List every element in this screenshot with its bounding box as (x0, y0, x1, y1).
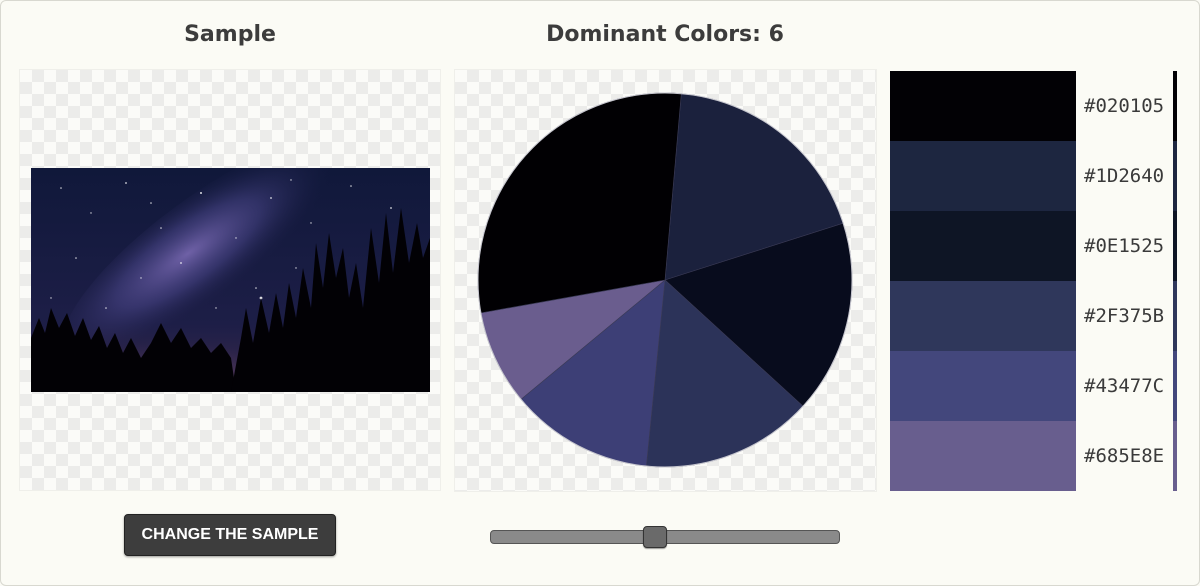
sample-image (31, 168, 430, 392)
color-bar-4 (1173, 281, 1177, 351)
pie-slice-6 (477, 92, 682, 314)
color-hex-5: #43477C (1084, 375, 1165, 397)
night-sky-image (31, 168, 430, 392)
color-bar-1 (1173, 71, 1177, 141)
color-swatch-5 (890, 351, 1076, 421)
color-hex-4: #2F375B (1084, 305, 1165, 327)
color-swatch-4 (890, 281, 1076, 351)
dominant-colors-pie-chart (477, 92, 853, 468)
sample-heading: Sample (184, 22, 276, 47)
color-bar-3 (1173, 211, 1177, 281)
dominant-colors-heading: Dominant Colors: 6 (546, 22, 784, 47)
color-swatch-2 (890, 141, 1076, 211)
color-swatch-3 (890, 211, 1076, 281)
color-hex-2: #1D2640 (1084, 165, 1165, 187)
pie-chart-panel (454, 69, 877, 492)
color-hex-6: #685E8E (1084, 445, 1165, 467)
color-hex-3: #0E1525 (1084, 235, 1165, 257)
color-bar-2 (1173, 141, 1177, 211)
color-count-slider-thumb[interactable] (643, 526, 667, 548)
sample-panel (19, 69, 441, 491)
color-bar-6 (1173, 421, 1177, 491)
color-swatch-1 (890, 71, 1076, 141)
change-sample-button[interactable]: CHANGE THE SAMPLE (124, 514, 336, 556)
color-hex-1: #020105 (1084, 95, 1165, 117)
color-bar-5 (1173, 351, 1177, 421)
color-list: #020105 #1D2640 #0E1525 #2F375B #43477C … (890, 71, 1180, 491)
color-swatch-6 (890, 421, 1076, 491)
